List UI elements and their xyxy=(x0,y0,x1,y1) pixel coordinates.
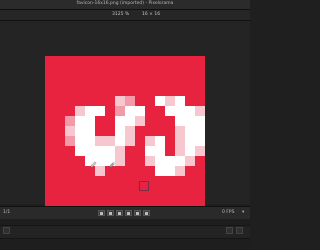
frame-counter: 1/1 xyxy=(3,210,11,215)
canvas-pixel xyxy=(185,106,195,116)
canvas-pixel xyxy=(125,136,135,146)
canvas-pixel xyxy=(75,126,85,136)
canvas-pixel xyxy=(105,146,115,156)
canvas-pixel xyxy=(185,156,195,166)
title-bar: favicon-16x16.png (imported) - Pixeloram… xyxy=(0,0,250,10)
canvas-pixel xyxy=(195,126,205,136)
canvas-pixel xyxy=(135,106,145,116)
canvas-pixel xyxy=(75,136,85,146)
canvas-pixel xyxy=(65,136,75,146)
canvas-pixel xyxy=(165,96,175,106)
canvas-pixel xyxy=(165,156,175,166)
first-frame-icon xyxy=(100,212,103,215)
canvas-pixel xyxy=(115,116,125,126)
first-frame-button[interactable] xyxy=(98,210,105,216)
canvas-pixel xyxy=(125,126,135,136)
canvas-pixel xyxy=(115,96,125,106)
canvas-pixel xyxy=(175,116,185,126)
canvas-pixel xyxy=(175,126,185,136)
canvas-pixel xyxy=(155,136,165,146)
canvas-pixel xyxy=(85,116,95,126)
canvas-pixel xyxy=(65,126,75,136)
play-forward-icon xyxy=(127,212,130,215)
canvas-pixel xyxy=(195,116,205,126)
canvas-pixel xyxy=(185,126,195,136)
canvas-frame[interactable] xyxy=(45,56,205,216)
color-picker-icon xyxy=(109,161,116,168)
canvas-pixel xyxy=(105,136,115,146)
canvas-pixel xyxy=(95,136,105,146)
canvas-pixel xyxy=(95,146,105,156)
canvas-area[interactable] xyxy=(0,21,250,216)
canvas-pixel xyxy=(145,136,155,146)
canvas-pixel xyxy=(165,106,175,116)
canvas-pixel xyxy=(175,146,185,156)
canvas-pixel xyxy=(175,166,185,176)
canvas-pixel xyxy=(85,126,95,136)
canvas-pixel xyxy=(85,106,95,116)
animation-bar: 1/1 0 FPS ▾ xyxy=(0,206,250,219)
canvas-pixel xyxy=(145,146,155,156)
canvas-pixel xyxy=(95,106,105,116)
canvas-pixel xyxy=(185,116,195,126)
pencil-tool-icon xyxy=(90,161,97,168)
canvas-pixel xyxy=(175,96,185,106)
canvas-pixel xyxy=(165,166,175,176)
play-backward-icon xyxy=(118,212,121,215)
canvas-pixel xyxy=(115,156,125,166)
onion-skin-icon[interactable] xyxy=(226,227,233,234)
canvas-pixel xyxy=(85,136,95,146)
previous-frame-icon xyxy=(109,212,112,215)
loop-icon[interactable] xyxy=(236,227,243,234)
options-bar: 3125 % 16 × 16 xyxy=(0,10,250,21)
layer-visibility-icon[interactable] xyxy=(3,227,10,234)
canvas-pixel xyxy=(185,136,195,146)
play-forward-button[interactable] xyxy=(125,210,132,216)
canvas-pixel xyxy=(195,136,205,146)
canvas-pixel xyxy=(125,96,135,106)
pixel-canvas[interactable] xyxy=(45,56,205,216)
timeline-panel xyxy=(0,219,250,250)
canvas-pixel xyxy=(115,106,125,116)
canvas-pixel xyxy=(75,146,85,156)
canvas-pixel xyxy=(115,126,125,136)
last-frame-button[interactable] xyxy=(143,210,150,216)
play-backward-button[interactable] xyxy=(116,210,123,216)
canvas-pixel xyxy=(175,106,185,116)
previous-frame-button[interactable] xyxy=(107,210,114,216)
canvas-pixel xyxy=(155,146,165,156)
canvas-pixel xyxy=(125,106,135,116)
zoom-readout[interactable]: 3125 % xyxy=(112,12,129,17)
canvas-pixel xyxy=(185,146,195,156)
canvas-size-readout: 16 × 16 xyxy=(142,12,161,17)
window-title: favicon-16x16.png (imported) - Pixeloram… xyxy=(76,1,174,6)
canvas-pixel xyxy=(155,156,165,166)
canvas-pixel xyxy=(75,116,85,126)
canvas-pixel xyxy=(155,96,165,106)
canvas-pixel xyxy=(75,106,85,116)
canvas-pixel xyxy=(65,116,75,126)
canvas-pixel xyxy=(175,136,185,146)
pixel-cursor-indicator xyxy=(139,181,149,191)
next-frame-button[interactable] xyxy=(134,210,141,216)
last-frame-icon xyxy=(145,212,148,215)
canvas-pixel xyxy=(155,166,165,176)
layer-track[interactable] xyxy=(0,225,250,239)
next-frame-icon xyxy=(136,212,139,215)
canvas-pixel xyxy=(175,156,185,166)
canvas-pixel xyxy=(115,146,125,156)
canvas-pixel xyxy=(85,146,95,156)
fps-field[interactable]: 0 FPS xyxy=(222,210,234,215)
canvas-pixel xyxy=(145,156,155,166)
canvas-pixel xyxy=(125,116,135,126)
fps-dropdown-icon[interactable]: ▾ xyxy=(242,210,244,215)
playback-controls xyxy=(98,210,150,216)
canvas-pixel xyxy=(135,116,145,126)
canvas-pixel xyxy=(195,146,205,156)
canvas-pixel xyxy=(115,136,125,146)
canvas-pixel xyxy=(195,106,205,116)
